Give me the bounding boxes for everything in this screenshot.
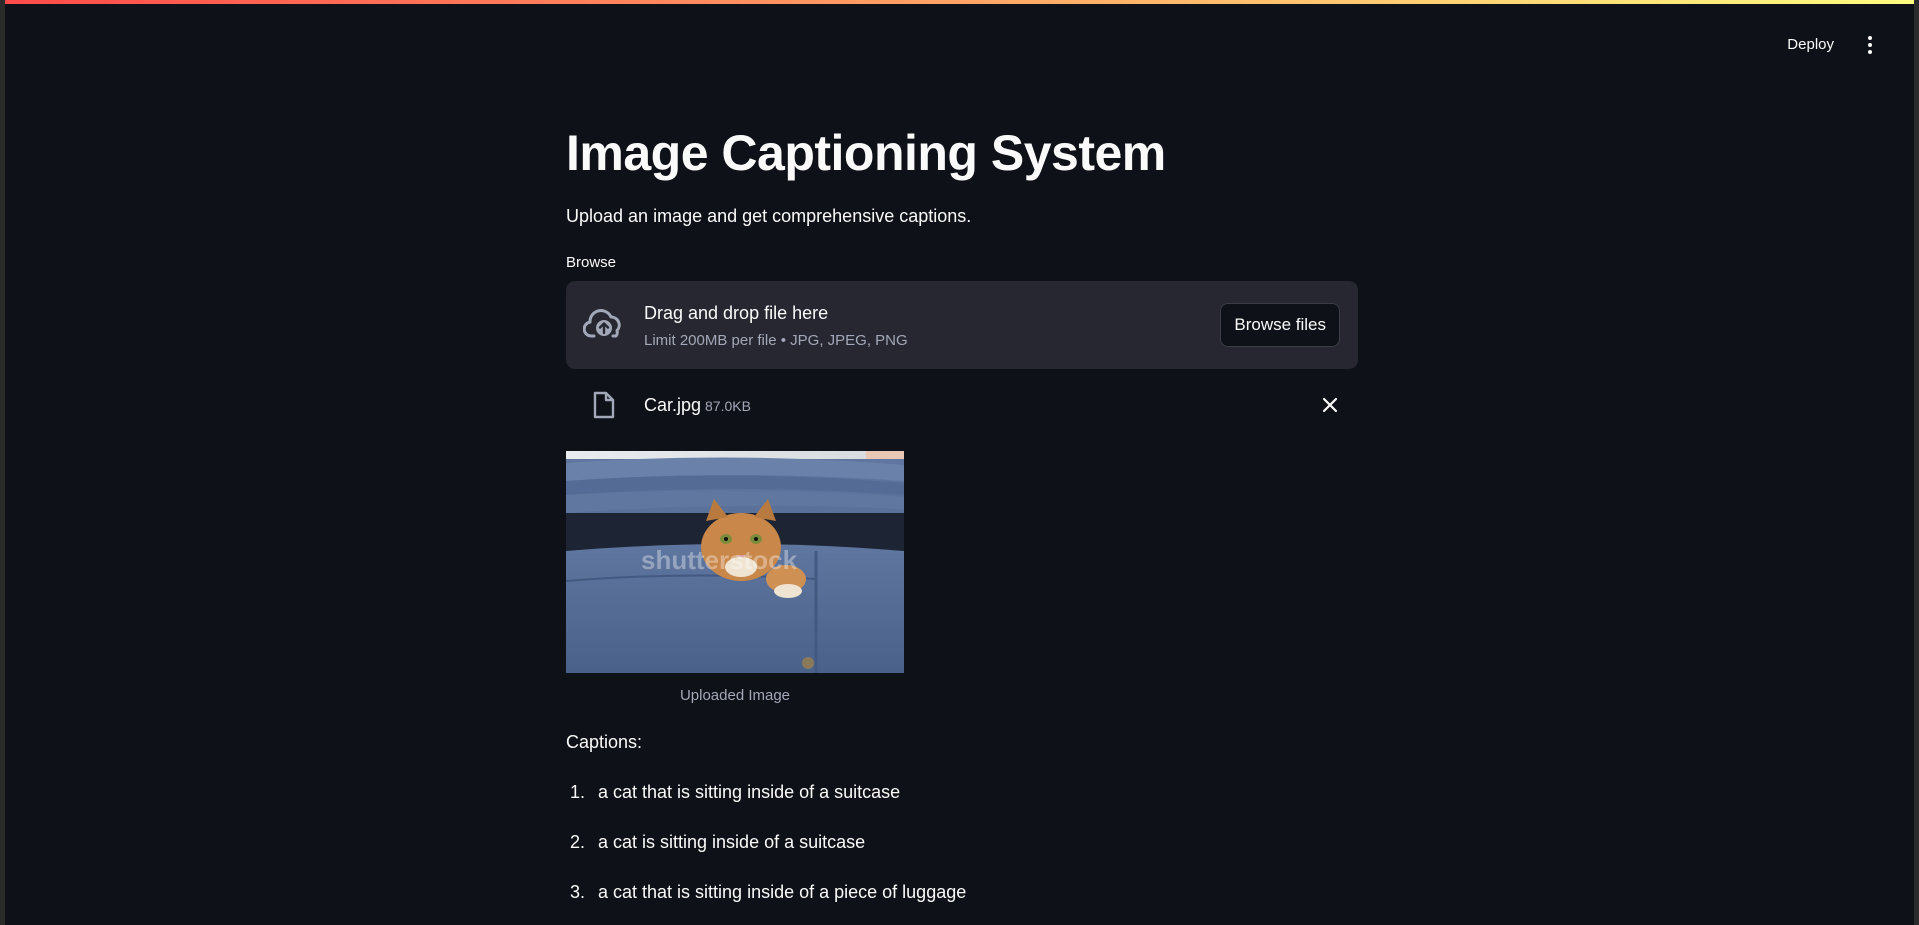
- caption-number: 1.: [570, 782, 586, 802]
- page-subtitle: Upload an image and get comprehensive ca…: [566, 206, 972, 226]
- top-toolbar: Deploy: [1783, 30, 1878, 59]
- browse-files-button[interactable]: Browse files: [1220, 303, 1340, 347]
- caption-text: a cat is sitting inside of a suitcase: [598, 832, 866, 852]
- deploy-button[interactable]: Deploy: [1783, 30, 1838, 59]
- image-caption: Uploaded Image: [679, 687, 791, 704]
- file-dropzone[interactable]: Drag and drop file here Limit 200MB per …: [566, 281, 1358, 369]
- uploaded-image: shutterstock: [566, 451, 904, 673]
- uploader-label: Browse: [566, 254, 617, 271]
- kebab-menu-icon[interactable]: [1862, 35, 1878, 55]
- header-decoration: [5, 0, 1914, 4]
- dropzone-limit-text: Limit 200MB per file • JPG, JPEG, PNG: [644, 332, 908, 349]
- close-icon[interactable]: [1320, 395, 1340, 415]
- uploaded-file-row: Car.jpg 87.0KB: [566, 383, 1358, 427]
- caption-number: 3.: [570, 882, 586, 902]
- file-icon: [593, 391, 615, 419]
- cloud-upload-icon: [583, 309, 621, 338]
- page-title: Image Captioning System: [566, 125, 1166, 181]
- captions-heading: Captions:: [566, 732, 643, 752]
- caption-number: 2.: [570, 832, 586, 852]
- caption-text: a cat that is sitting inside of a piece …: [598, 882, 967, 902]
- cat-in-suitcase-photo: shutterstock: [566, 451, 904, 673]
- file-size: 87.0KB: [705, 398, 751, 414]
- dropzone-title: Drag and drop file here: [644, 303, 829, 323]
- watermark-text: shutterstock: [641, 545, 798, 575]
- caption-text: a cat that is sitting inside of a suitca…: [598, 782, 901, 802]
- file-name: Car.jpg: [644, 395, 702, 415]
- app-frame: Deploy Image Captioning System Upload an…: [0, 0, 1919, 925]
